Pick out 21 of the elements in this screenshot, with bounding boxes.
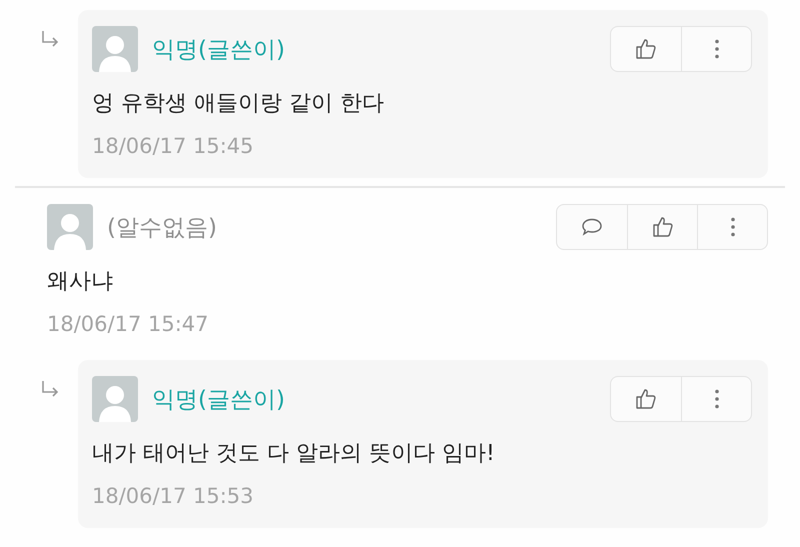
reply-arrow-icon [40,30,60,48]
more-icon [730,217,734,237]
author-name: 익명(글쓴이) [152,386,285,414]
more-icon [714,389,718,409]
thumbs-up-icon [652,216,674,238]
comment-text: 왜사냐 [47,268,114,296]
avatar-icon [92,376,138,422]
author-name: (알수없음) [107,214,217,242]
author-name: 익명(글쓴이) [152,36,285,64]
more-icon [714,39,718,59]
thumbs-up-icon [635,38,657,60]
comment-text: 엉 유학생 애들이랑 같이 한다 [92,90,385,118]
comment-time: 18/06/17 15:45 [92,134,255,158]
thumbs-up-icon [635,388,657,410]
comment-text: 내가 태어난 것도 다 알라의 뜻이다 임마! [92,440,496,468]
speech-bubble-icon [581,218,603,236]
avatar-icon [92,26,138,72]
avatar-icon [47,204,93,250]
comment-time: 18/06/17 15:53 [92,484,255,508]
comment-time: 18/06/17 15:47 [47,312,210,336]
reply-arrow-icon [40,380,60,398]
